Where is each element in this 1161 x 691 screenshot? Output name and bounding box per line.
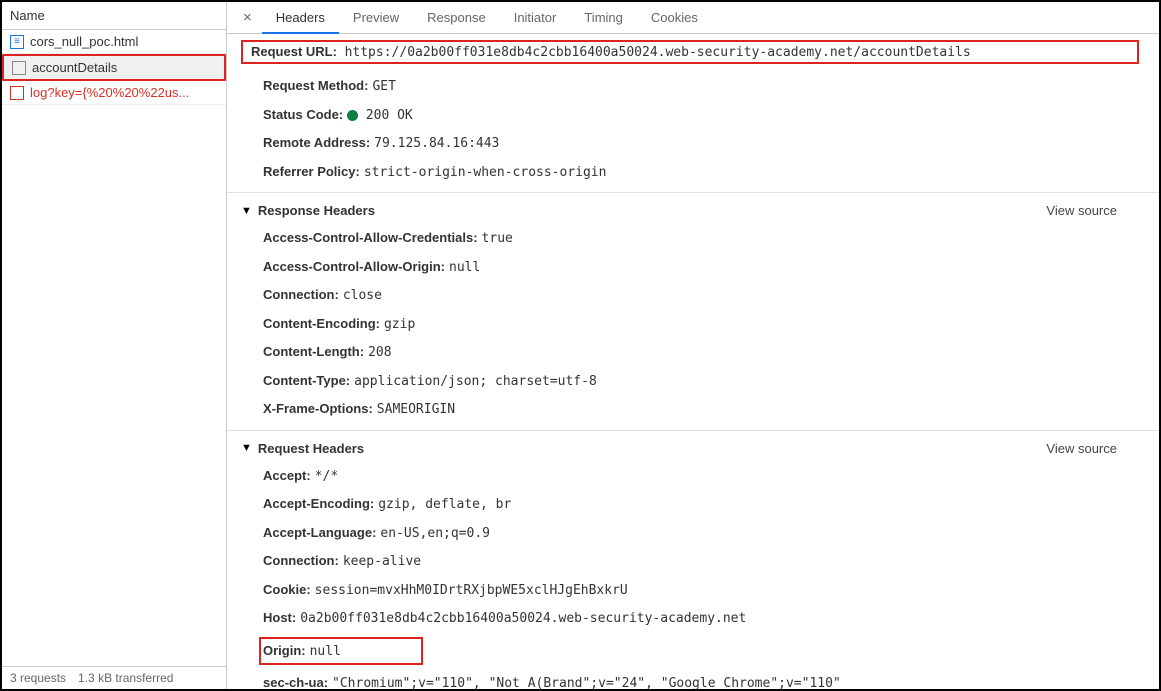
header-value: gzip xyxy=(384,317,415,332)
request-item[interactable]: accountDetails xyxy=(2,54,226,81)
header-row: Content-Type: application/json; charset=u… xyxy=(263,367,1145,396)
status-value: 200 OK xyxy=(366,108,413,123)
header-key: sec-ch-ua: xyxy=(263,675,328,689)
network-sidebar: Name cors_null_poc.html accountDetails log… xyxy=(2,2,227,689)
header-key: Host: xyxy=(263,610,296,625)
header-value: 0a2b00ff031e8db4c2cbb16400a50024.web-sec… xyxy=(300,611,746,626)
status-dot-icon xyxy=(347,110,358,121)
header-row: sec-ch-ua: "Chromium";v="110", "Not A(Bra… xyxy=(263,669,1145,689)
sidebar-footer: 3 requests 1.3 kB transferred xyxy=(2,666,226,689)
request-name: log?key={%20%20%22us... xyxy=(30,85,189,100)
request-headers-title: Request Headers xyxy=(258,441,1047,456)
header-key: Cookie: xyxy=(263,582,311,597)
request-list: cors_null_poc.html accountDetails log?key=… xyxy=(2,30,226,666)
header-key: Content-Type: xyxy=(263,373,350,388)
general-section: Request Method: GET Status Code: 200 OK R… xyxy=(227,70,1159,192)
file-icon xyxy=(12,61,26,75)
chevron-down-icon[interactable]: ▼ xyxy=(241,442,252,454)
tabs-bar: × HeadersPreviewResponseInitiatorTimingC… xyxy=(227,2,1159,34)
header-key: Access-Control-Allow-Origin: xyxy=(263,259,445,274)
header-value: close xyxy=(343,288,382,303)
header-row: Accept: */* xyxy=(263,462,1145,491)
main-panel: × HeadersPreviewResponseInitiatorTimingC… xyxy=(227,2,1159,689)
header-row: Access-Control-Allow-Origin: null xyxy=(263,253,1145,282)
header-key: Accept-Language: xyxy=(263,525,376,540)
referrer-label: Referrer Policy: xyxy=(263,164,360,179)
header-key: Content-Encoding: xyxy=(263,316,380,331)
request-item[interactable]: cors_null_poc.html xyxy=(2,30,226,54)
header-row: Cookie: session=mvxHhM0IDrtRXjbpWE5xclHJg… xyxy=(263,576,1145,605)
sidebar-header-name[interactable]: Name xyxy=(2,2,226,30)
header-value: */* xyxy=(315,469,338,484)
file-icon xyxy=(10,86,24,100)
remote-value: 79.125.84.16:443 xyxy=(374,136,499,151)
header-value: "Chromium";v="110", "Not A(Brand";v="24"… xyxy=(332,676,841,689)
response-headers-body: Access-Control-Allow-Credentials:trueAcc… xyxy=(227,224,1159,430)
response-headers-header[interactable]: ▼ Response Headers View source xyxy=(227,192,1159,224)
tab-preview[interactable]: Preview xyxy=(339,3,413,32)
general-request-url-highlight: Request URL: https://0a2b00ff031e8db4c2c… xyxy=(241,40,1139,64)
status-label: Status Code: xyxy=(263,107,343,122)
header-row: Connection: keep-alive xyxy=(263,547,1145,576)
header-key: Accept-Encoding: xyxy=(263,496,374,511)
footer-requests: 3 requests xyxy=(10,671,66,685)
tab-timing[interactable]: Timing xyxy=(570,3,637,32)
header-key: X-Frame-Options: xyxy=(263,401,373,416)
tab-headers[interactable]: Headers xyxy=(262,3,339,34)
referrer-value: strict-origin-when-cross-origin xyxy=(364,165,607,180)
request-item[interactable]: log?key={%20%20%22us... xyxy=(2,81,226,105)
tab-response[interactable]: Response xyxy=(413,3,500,32)
header-value: gzip, deflate, br xyxy=(378,497,511,512)
header-key: Connection: xyxy=(263,287,339,302)
header-key: Accept: xyxy=(263,468,311,483)
request-name: accountDetails xyxy=(32,60,117,75)
close-icon[interactable]: × xyxy=(233,9,262,26)
file-icon xyxy=(10,35,24,49)
header-row: Access-Control-Allow-Credentials: true xyxy=(263,224,1145,253)
request-url-label: Request URL: xyxy=(251,44,337,59)
header-row: Content-Length: 208 xyxy=(263,338,1145,367)
header-row: Host: 0a2b00ff031e8db4c2cbb16400a50024.we… xyxy=(263,604,1145,633)
header-row: Accept-Language: en-US,en;q=0.9 xyxy=(263,519,1145,548)
header-value: null xyxy=(449,260,480,275)
header-value: 208 xyxy=(368,345,391,360)
header-key: Access-Control-Allow-Credentials: xyxy=(263,230,478,245)
view-source-link[interactable]: View source xyxy=(1046,441,1117,456)
header-value: application/json; charset=utf-8 xyxy=(354,374,597,389)
footer-transferred: 1.3 kB transferred xyxy=(78,671,173,685)
method-value: GET xyxy=(372,79,395,94)
header-row: Content-Encoding: gzip xyxy=(263,310,1145,339)
headers-content: Request URL: https://0a2b00ff031e8db4c2c… xyxy=(227,34,1159,689)
header-value: session=mvxHhM0IDrtRXjbpWE5xclHJgEhBxkrU xyxy=(315,583,628,598)
response-headers-title: Response Headers xyxy=(258,203,1047,218)
header-value: en-US,en;q=0.9 xyxy=(380,526,490,541)
request-headers-body: Accept: */* Accept-Encoding: gzip, deflate,… xyxy=(227,462,1159,690)
header-value: keep-alive xyxy=(343,554,421,569)
request-url-value: https://0a2b00ff031e8db4c2cbb16400a50024… xyxy=(345,45,971,60)
request-headers-header[interactable]: ▼ Request Headers View source xyxy=(227,430,1159,462)
view-source-link[interactable]: View source xyxy=(1046,203,1117,218)
header-row: Origin:null xyxy=(263,633,1145,670)
chevron-down-icon[interactable]: ▼ xyxy=(241,205,252,217)
tab-cookies[interactable]: Cookies xyxy=(637,3,712,32)
origin-highlight: Origin:null xyxy=(259,637,423,666)
header-key: Connection: xyxy=(263,553,339,568)
header-key: Content-Length: xyxy=(263,344,364,359)
remote-label: Remote Address: xyxy=(263,135,370,150)
header-row: X-Frame-Options: SAMEORIGIN xyxy=(263,395,1145,424)
header-row: Connection: close xyxy=(263,281,1145,310)
header-row: Accept-Encoding: gzip, deflate, br xyxy=(263,490,1145,519)
header-value: true xyxy=(482,231,513,246)
header-value: SAMEORIGIN xyxy=(377,402,455,417)
request-name: cors_null_poc.html xyxy=(30,34,138,49)
method-label: Request Method: xyxy=(263,78,368,93)
tab-initiator[interactable]: Initiator xyxy=(500,3,571,32)
